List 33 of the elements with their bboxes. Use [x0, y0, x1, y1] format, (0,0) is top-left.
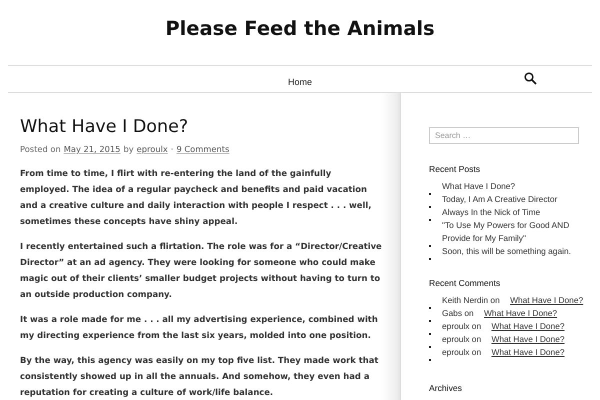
widget-heading: Recent Posts — [429, 164, 482, 174]
search-field[interactable]: Search … — [429, 127, 579, 144]
recent-comment: eproulx on What Have I Done? — [441, 333, 565, 346]
recent-comment: Keith Nerdin on What Have I Done? — [441, 294, 584, 307]
date-link[interactable]: May 21, 2015 — [64, 144, 120, 154]
widget-heading: Recent Comments — [429, 278, 502, 288]
post-paragraph: It was a role made for me . . . all my advertising experience, combined with my directing experience from the last six years, molded into one position. — [20, 313, 379, 342]
comments-link[interactable]: 9 Comments — [176, 144, 230, 154]
recent-post-link[interactable]: "To Use My Powers for Good AND Provide for My Family" — [434, 219, 581, 245]
comment-post-link[interactable]: What Have I Done? — [502, 295, 584, 305]
site-title[interactable]: Please Feed the Animals — [165, 17, 435, 65]
meta-text: by — [123, 144, 134, 154]
author-link[interactable]: eproulx — [136, 144, 168, 154]
recent-post-link[interactable]: Today, I Am A Creative Director — [434, 193, 558, 206]
comment-post-link[interactable]: What Have I Done? — [483, 334, 565, 344]
recent-post-link[interactable]: Always In the Nick of Time — [434, 206, 540, 219]
recent-comment: eproulx on What Have I Done? — [441, 320, 565, 333]
post-paragraph: I recently entertained such a flirtation. The role was for a “Director/Creative Director” at an ad agency. They were looking for someone who could make magic out of their clients’ smaller budget projects without having to turn to an outside production company. — [20, 240, 382, 301]
recent-comment: Gabs on What Have I Done? — [441, 307, 558, 320]
search-icon[interactable] — [524, 72, 537, 85]
comment-post-link[interactable]: What Have I Done? — [483, 321, 565, 331]
meta-separator: · — [170, 144, 174, 154]
comment-post-link[interactable]: What Have I Done? — [476, 308, 558, 318]
post-title[interactable]: What Have I Done? — [20, 117, 382, 137]
post-paragraph: By the way, this agency was easily on my top five list. They made work that consistently showed up in all the annuals. And somehow, they even had a reputation for creating a culture of work/life balance. — [20, 354, 380, 399]
recent-post-link[interactable]: What Have I Done? — [434, 180, 516, 193]
post-paragraph: From time to time, I flirt with re-entering the land of the gainfully employed. The idea of a regular paycheck and benefits and paid vacation and a creative culture and daily interaction with people I respect . . . well, sometimes these concepts have shiny appeal. — [20, 167, 372, 228]
comment-post-link[interactable]: What Have I Done? — [483, 347, 565, 357]
meta-text: Posted on — [20, 144, 61, 154]
recent-post-link[interactable]: Soon, this will be something again. — [434, 245, 571, 258]
recent-comment: eproulx on What Have I Done? — [441, 346, 565, 359]
nav-link[interactable]: Home — [288, 76, 312, 86]
widget-heading: Archives — [429, 383, 463, 393]
